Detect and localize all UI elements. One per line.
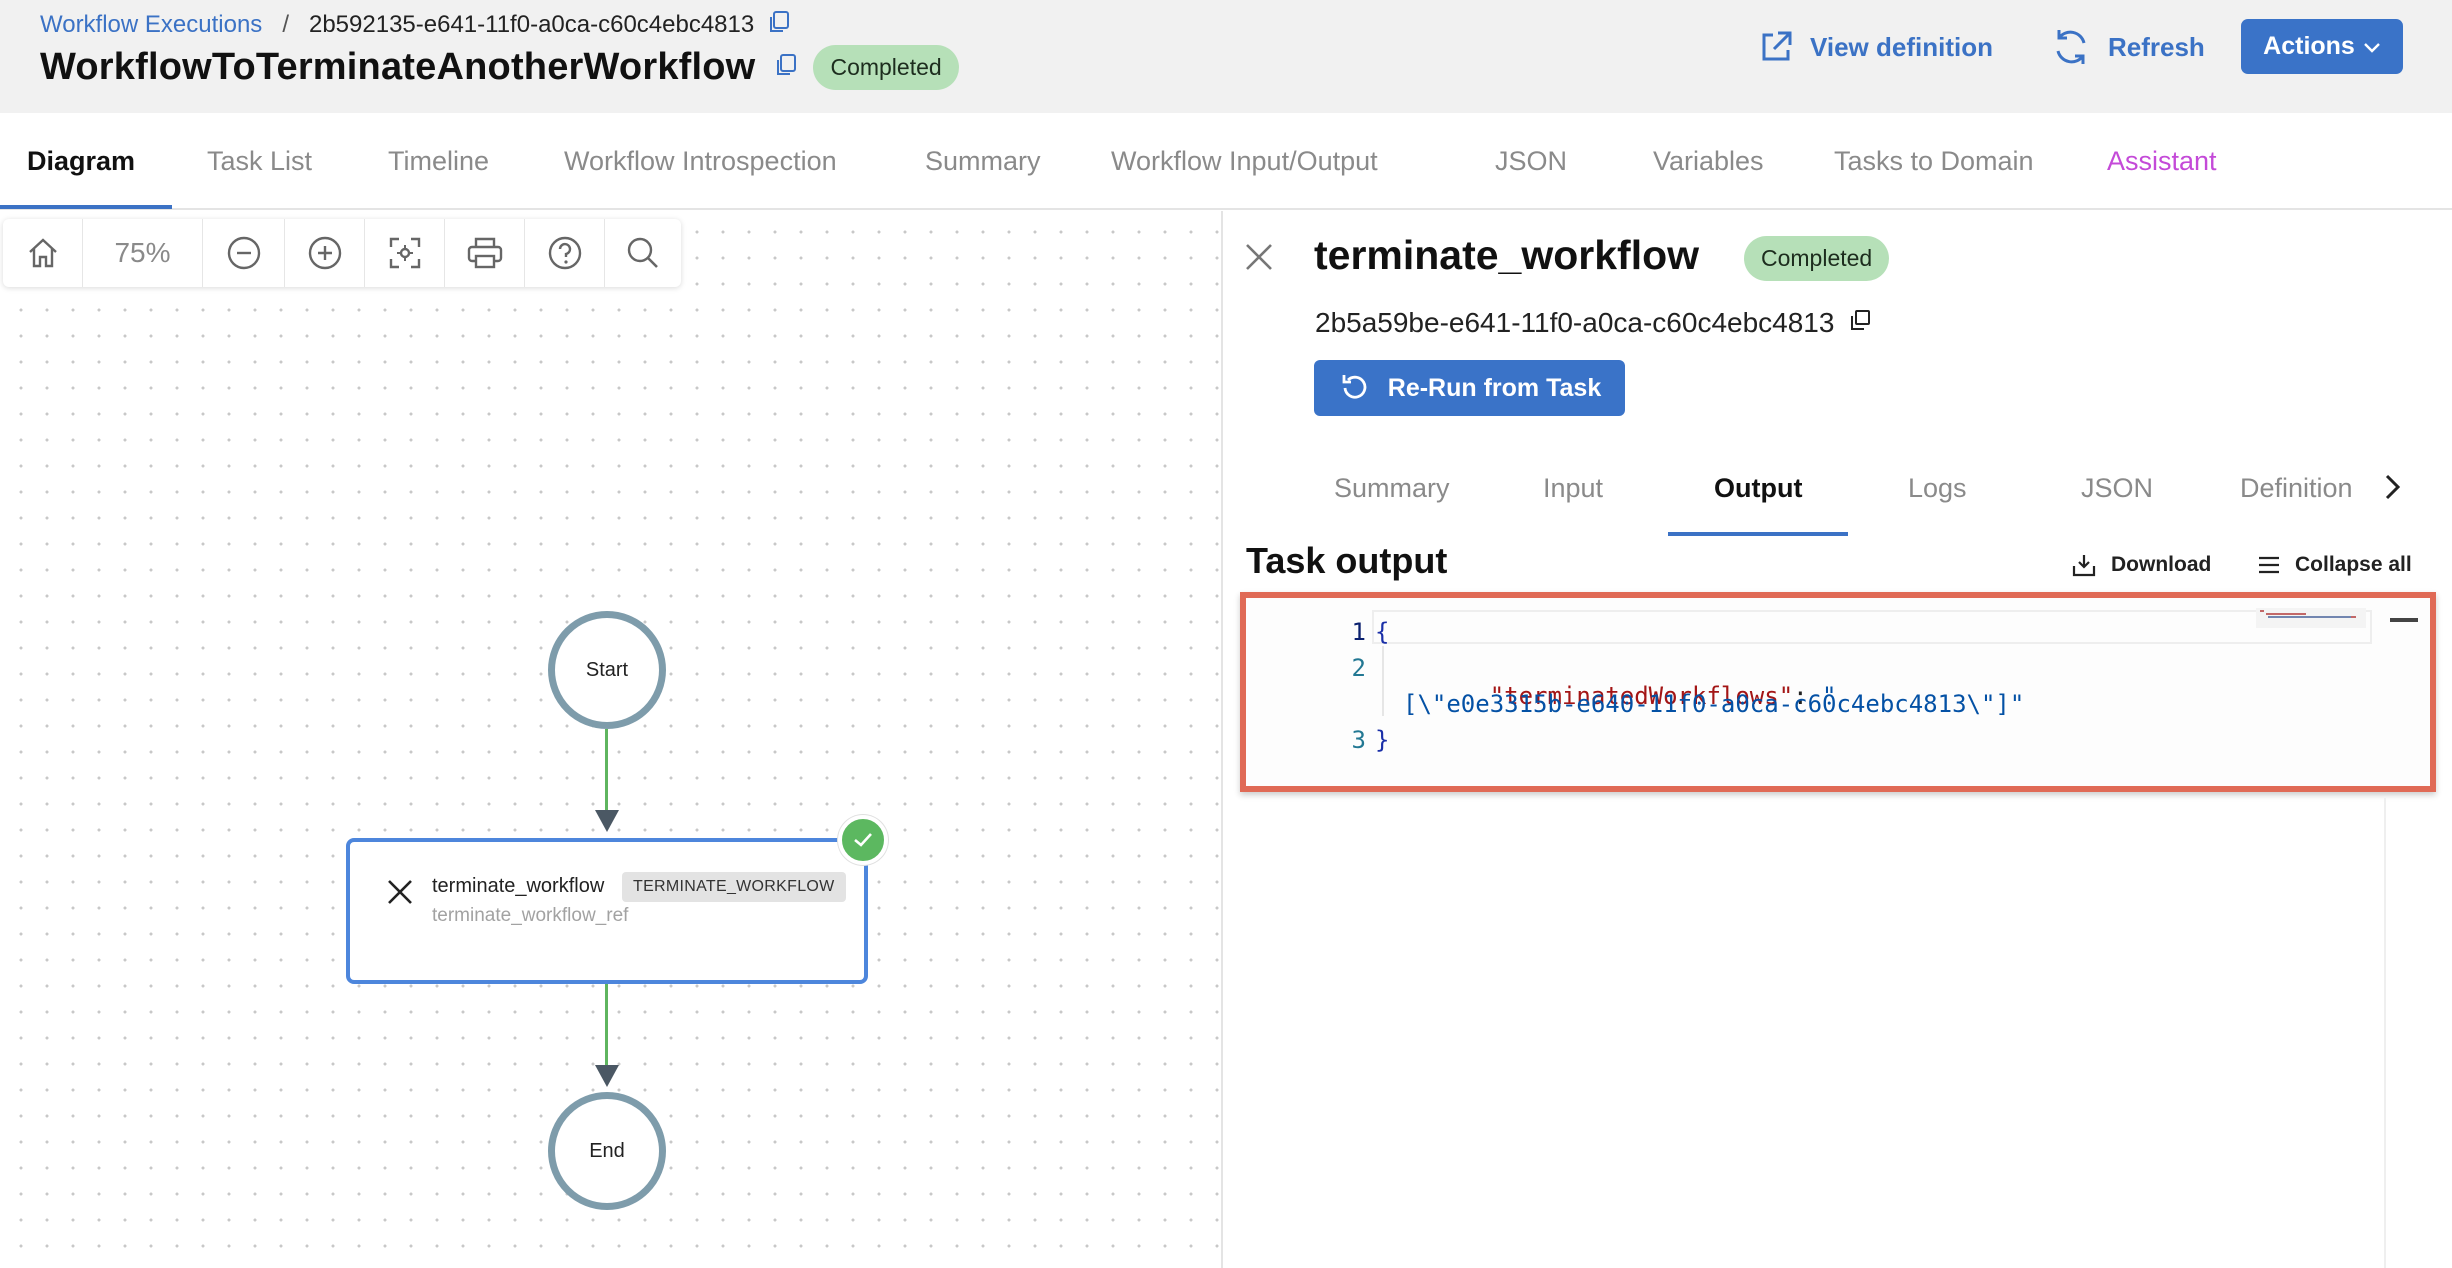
diagram-toolbar: 75% xyxy=(3,219,681,287)
home-icon[interactable] xyxy=(3,219,83,287)
panel-tab-logs[interactable]: Logs xyxy=(1908,460,1967,516)
panel-tab-summary[interactable]: Summary xyxy=(1334,460,1450,516)
line-number: 3 xyxy=(1351,726,1366,754)
rerun-icon xyxy=(1342,375,1367,399)
editor-minimap xyxy=(2256,608,2366,628)
code-open-brace: { xyxy=(1375,618,1390,646)
terminate-x-icon xyxy=(386,878,414,911)
json-value-wrapped: [\"e0e3315b-e640-11f0-a0ca-c60c4ebc4813\… xyxy=(1403,690,2025,718)
tab-timeline[interactable]: Timeline xyxy=(388,113,489,210)
download-label: Download xyxy=(2111,553,2212,576)
panel-status-badge: Completed xyxy=(1744,236,1890,281)
tab-summary[interactable]: Summary xyxy=(925,113,1041,210)
title-row: WorkflowToTerminateAnotherWorkflow Compl… xyxy=(40,42,959,92)
download-icon xyxy=(2072,555,2096,577)
panel-tab-output[interactable]: Output xyxy=(1714,460,1802,516)
active-tab-indicator xyxy=(0,205,172,209)
edge-start-to-task xyxy=(605,729,608,811)
end-node[interactable]: End xyxy=(548,1092,666,1210)
panel-tab-definition-clip: Definition xyxy=(2228,460,2358,516)
code-close-brace: } xyxy=(1375,726,1390,754)
zoom-out-icon[interactable] xyxy=(203,219,285,287)
rerun-from-task-button[interactable]: Re-Run from Task xyxy=(1314,360,1625,416)
tab-workflow-introspection[interactable]: Workflow Introspection xyxy=(564,113,837,210)
breadcrumb-workflow-executions[interactable]: Workflow Executions xyxy=(40,11,262,39)
arrow-head-icon xyxy=(595,1065,619,1087)
view-definition-label: View definition xyxy=(1810,31,1993,62)
panel-tab-definition[interactable]: Definition xyxy=(2240,460,2353,516)
tab-task-list[interactable]: Task List xyxy=(207,113,312,210)
current-line-highlight xyxy=(1372,610,2372,644)
external-link-icon xyxy=(1762,31,1792,61)
actions-label: Actions xyxy=(2263,32,2355,60)
chevron-right-icon[interactable] xyxy=(2380,470,2404,509)
page-title: WorkflowToTerminateAnotherWorkflow xyxy=(40,45,756,88)
task-node[interactable]: terminate_workflow TERMINATE_WORKFLOW te… xyxy=(346,838,868,984)
refresh-label: Refresh xyxy=(2108,31,2205,62)
copy-icon[interactable] xyxy=(766,9,792,42)
tab-variables[interactable]: Variables xyxy=(1653,113,1764,210)
page-header: Workflow Executions / 2b592135-e641-11f0… xyxy=(0,0,2452,113)
print-icon[interactable] xyxy=(445,219,525,287)
editor-collapse-mark[interactable] xyxy=(2390,618,2418,622)
tab-diagram[interactable]: Diagram xyxy=(27,113,135,210)
task-id-value: 2b5a59be-e641-11f0-a0ca-c60c4ebc4813 xyxy=(1315,307,1835,338)
task-output-title: Task output xyxy=(1246,540,1448,581)
indent-guide xyxy=(1382,646,1384,716)
start-node[interactable]: Start xyxy=(548,611,666,729)
chevron-down-icon xyxy=(2363,32,2381,61)
list-icon xyxy=(2259,556,2279,574)
refresh-button[interactable]: Refresh xyxy=(2050,22,2205,72)
fit-view-icon[interactable] xyxy=(365,219,445,287)
tab-workflow-input-output[interactable]: Workflow Input/Output xyxy=(1111,113,1378,210)
copy-icon[interactable] xyxy=(1848,307,1872,339)
tab-json[interactable]: JSON xyxy=(1495,113,1567,210)
json-output-editor[interactable]: 1 2 3 { "terminatedWorkflows": " [\"e0e3… xyxy=(1240,592,2436,792)
view-definition-button[interactable]: View definition xyxy=(1758,22,1993,72)
task-type-badge: TERMINATE_WORKFLOW xyxy=(622,872,846,902)
task-node-name: terminate_workflow xyxy=(432,875,605,897)
main-tabs: Diagram Task List Timeline Workflow Intr… xyxy=(0,113,2452,210)
line-number: 2 xyxy=(1351,654,1366,682)
search-icon[interactable] xyxy=(605,219,681,287)
collapse-all-label: Collapse all xyxy=(2295,553,2412,576)
panel-scroll-track xyxy=(2384,798,2386,1268)
close-icon[interactable] xyxy=(1243,241,1275,278)
breadcrumb: Workflow Executions / 2b592135-e641-11f0… xyxy=(40,10,792,40)
arrow-head-icon xyxy=(595,810,619,832)
breadcrumb-separator: / xyxy=(282,11,289,38)
line-number: 1 xyxy=(1351,618,1366,646)
actions-button[interactable]: Actions xyxy=(2241,19,2403,74)
start-node-label: Start xyxy=(585,658,629,681)
refresh-icon xyxy=(2056,30,2086,64)
tab-assistant[interactable]: Assistant xyxy=(2107,113,2217,210)
zoom-in-icon[interactable] xyxy=(285,219,365,287)
task-node-ref: terminate_workflow_ref xyxy=(432,905,629,926)
tab-tasks-to-domain[interactable]: Tasks to Domain xyxy=(1834,113,2034,210)
edge-task-to-end xyxy=(605,984,608,1066)
zoom-level: 75% xyxy=(83,219,203,287)
editor-body: 1 2 3 { "terminatedWorkflows": " [\"e0e3… xyxy=(1246,598,2430,786)
panel-tab-indicator xyxy=(1668,532,1848,536)
download-button[interactable]: Download xyxy=(2071,550,2211,580)
panel-tab-input[interactable]: Input xyxy=(1543,460,1603,516)
copy-title-icon[interactable] xyxy=(773,52,799,83)
status-badge: Completed xyxy=(813,44,959,90)
check-icon xyxy=(838,815,888,865)
panel-title: terminate_workflow xyxy=(1314,232,1700,278)
help-icon[interactable] xyxy=(525,219,605,287)
end-node-label: End xyxy=(589,1139,625,1162)
breadcrumb-execution-id: 2b592135-e641-11f0-a0ca-c60c4ebc4813 xyxy=(308,11,755,38)
collapse-all-button[interactable]: Collapse all xyxy=(2257,550,2412,580)
task-id: 2b5a59be-e641-11f0-a0ca-c60c4ebc4813 xyxy=(1315,307,1872,339)
rerun-label: Re-Run from Task xyxy=(1387,373,1602,402)
panel-tab-json[interactable]: JSON xyxy=(2081,460,2153,516)
